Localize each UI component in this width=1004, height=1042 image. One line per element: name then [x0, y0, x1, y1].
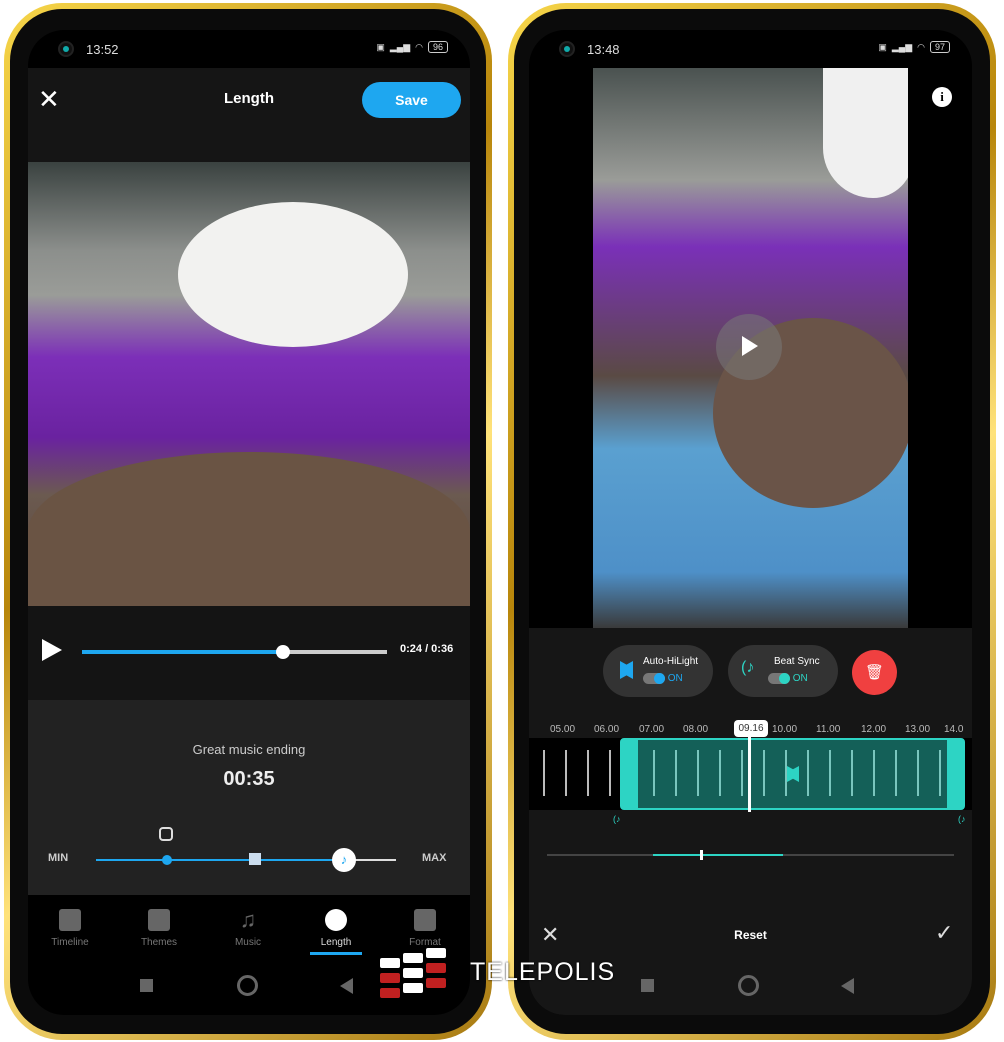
- beat-sync-label: Beat Sync: [774, 656, 820, 667]
- home-icon[interactable]: [237, 975, 258, 996]
- ruler-label: 10.00: [772, 724, 798, 735]
- ruler-label: 11.00: [816, 724, 841, 735]
- progress-knob[interactable]: [276, 645, 291, 659]
- ruler-label: 06.00: [594, 724, 620, 735]
- volte-icon: ▣: [376, 41, 385, 52]
- stopwatch-icon: [325, 909, 347, 931]
- nav-format[interactable]: Format: [390, 909, 460, 948]
- length-label: Great music ending: [192, 742, 306, 757]
- ruler-label: 12.00: [861, 724, 887, 735]
- play-icon: [742, 336, 758, 356]
- telepolis-logo: [380, 948, 450, 1002]
- video-rat-brown: [28, 452, 470, 606]
- min-label: MIN: [48, 852, 69, 864]
- ruler-label: 07.00: [639, 724, 665, 735]
- playhead[interactable]: [748, 736, 751, 812]
- back-icon[interactable]: [340, 978, 353, 994]
- music-end-knob[interactable]: ♪: [332, 848, 356, 872]
- length-duration: 00:35: [223, 768, 275, 790]
- auto-hilight-toggle[interactable]: Auto-HiLight ON: [603, 645, 713, 697]
- beat-marker-icon: (♪: [958, 814, 966, 824]
- player-controls: 0:24 / 0:36: [28, 606, 470, 700]
- length-panel: Great music ending 00:35 MIN MAX ♪: [28, 700, 470, 895]
- hilight-marker-icon: [787, 766, 799, 782]
- frame-tick: [565, 750, 567, 796]
- reset-button[interactable]: Reset: [529, 928, 972, 942]
- ruler-label: 05.00: [550, 724, 576, 735]
- play-icon[interactable]: [42, 639, 62, 661]
- timeline-icon: [59, 909, 81, 931]
- frame-tick: [543, 750, 545, 796]
- signal-icon: ▂▄▆: [891, 41, 913, 52]
- ruler-label: 13.00: [905, 724, 931, 735]
- status-bar: 13:48 ▣ ▂▄▆ ◠ 97: [529, 30, 972, 68]
- beat-sync-state: ON: [792, 673, 808, 685]
- delete-button[interactable]: 🗑: [852, 650, 897, 695]
- format-icon: [414, 909, 436, 931]
- ruler-label: 14.0: [944, 724, 964, 735]
- home-icon[interactable]: [738, 975, 759, 996]
- nav-timeline[interactable]: Timeline: [35, 909, 105, 948]
- wifi-icon: ◠: [415, 41, 423, 52]
- battery-icon: 97: [929, 41, 950, 53]
- signal-icon: ▂▄▆: [389, 41, 411, 52]
- music-icon: ♫: [239, 907, 257, 932]
- wifi-icon: ◠: [917, 41, 925, 52]
- volte-icon: ▣: [878, 41, 887, 52]
- time-readout: 0:24 / 0:36: [400, 643, 454, 655]
- nav-music[interactable]: ♫ Music: [213, 907, 283, 949]
- selected-clip[interactable]: [620, 738, 965, 810]
- right-screen: 13:48 ▣ ▂▄▆ ◠ 97 i Auto-HiLight ON (♪ Beat …: [529, 30, 972, 1015]
- video-rat-white: [178, 202, 408, 347]
- zoom-slider-knob[interactable]: [700, 850, 703, 860]
- header: ✕ Length Save: [28, 68, 470, 162]
- play-button[interactable]: [716, 314, 782, 380]
- max-label: MAX: [422, 852, 447, 864]
- left-screen: 13:52 ▣ ▂▄▆ ◠ 96 ✕ Length Save 0:24 / 0:36 …: [28, 30, 470, 1015]
- status-bar: 13:52 ▣ ▂▄▆ ◠ 96: [28, 30, 470, 68]
- beat-marker-icon: (♪: [613, 814, 621, 824]
- nav-themes[interactable]: Themes: [124, 909, 194, 948]
- auto-hilight-switch[interactable]: [643, 673, 665, 684]
- camera-cutout: [559, 41, 575, 57]
- themes-icon: [148, 909, 170, 931]
- frame-tick: [609, 750, 611, 796]
- recents-icon[interactable]: [641, 979, 654, 992]
- watermark-text: TELEPOLIS: [470, 958, 616, 986]
- ruler-label: 08.00: [683, 724, 709, 735]
- trim-handle-left[interactable]: [622, 740, 638, 808]
- auto-hilight-state: ON: [667, 673, 683, 685]
- battery-icon: 96: [427, 41, 448, 53]
- beat-icon: (♪: [741, 659, 755, 676]
- edit-panel: Auto-HiLight ON (♪ Beat Sync ON 🗑 05.00 0…: [529, 628, 972, 1015]
- video-preview[interactable]: [593, 68, 908, 628]
- back-icon[interactable]: [841, 978, 854, 994]
- progress-track[interactable]: [82, 645, 387, 659]
- confirm-icon[interactable]: ✓: [935, 920, 953, 946]
- save-button[interactable]: Save: [362, 82, 461, 118]
- playhead-time: 09.16: [734, 720, 768, 737]
- camera-cutout: [58, 41, 74, 57]
- length-slider[interactable]: ♪: [96, 848, 396, 872]
- beat-sync-switch[interactable]: [768, 673, 790, 684]
- beat-sync-toggle[interactable]: (♪ Beat Sync ON: [728, 645, 838, 697]
- trash-icon: 🗑: [864, 664, 885, 681]
- info-icon[interactable]: i: [932, 87, 952, 107]
- clip-track[interactable]: [529, 736, 972, 812]
- clip-marker-icon: [249, 853, 261, 865]
- nav-length[interactable]: Length: [301, 909, 371, 955]
- auto-hilight-label: Auto-HiLight: [643, 656, 699, 667]
- instagram-icon: [159, 827, 173, 841]
- frame-tick: [587, 750, 589, 796]
- status-time: 13:52: [86, 42, 119, 57]
- zoom-slider[interactable]: [547, 850, 954, 860]
- trim-handle-right[interactable]: [947, 740, 963, 808]
- status-time: 13:48: [587, 42, 620, 57]
- video-preview[interactable]: [28, 162, 470, 606]
- video-rat-white: [823, 68, 908, 198]
- recents-icon[interactable]: [140, 979, 153, 992]
- hilight-icon: [620, 661, 633, 679]
- instagram-marker[interactable]: [162, 855, 172, 865]
- active-tab-indicator: [310, 952, 362, 955]
